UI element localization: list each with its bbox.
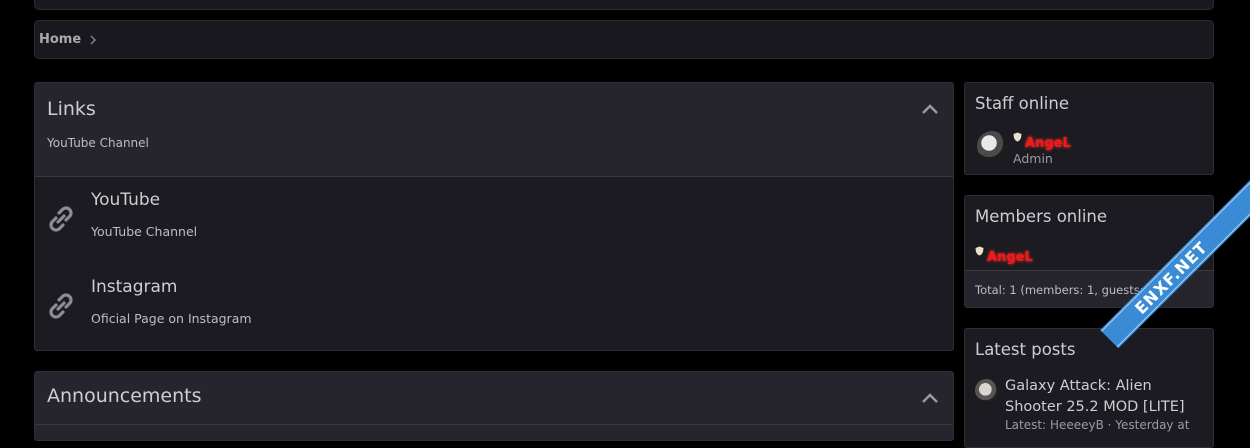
staff-online-widget: Staff online AngeL Admin [964,82,1214,175]
top-navigation-bar [34,0,1214,10]
link-icon [49,206,73,232]
announcements-category-title[interactable]: Announcements [47,385,202,407]
chevron-right-icon [90,35,97,44]
staff-member-username[interactable]: AngeL [1025,136,1071,151]
members-online-title[interactable]: Members online [975,207,1107,226]
collapse-chevron-up-icon[interactable] [921,392,939,404]
latest-post-title-line2: Shooter 25.2 MOD [LITE] [1005,399,1185,415]
link-icon [49,293,73,319]
breadcrumb-home-link[interactable]: Home [39,32,81,47]
links-category-title[interactable]: Links [47,98,96,120]
node-youtube-description: YouTube Channel [91,224,198,239]
members-online-list: AngeL [975,246,1033,265]
node-instagram-title[interactable]: Instagram [91,277,178,297]
node-instagram-description: Oficial Page on Instagram [91,311,252,326]
latest-post-avatar[interactable] [975,379,998,402]
members-online-widget: Members online AngeL Total: 1 (members: … [964,195,1214,308]
collapse-chevron-up-icon[interactable] [921,103,939,115]
latest-post-meta: Latest: HeeeeyB · Yesterday at [1005,418,1190,432]
node-instagram[interactable]: Instagram Oficial Page on Instagram [35,277,953,350]
staff-member-role: Admin [1013,151,1053,166]
latest-posts-widget: Latest posts Galaxy Attack: Alien Shoote… [964,328,1214,448]
staff-online-title: Staff online [975,94,1069,113]
latest-post-title[interactable]: Galaxy Attack: Alien Shooter 25.2 MOD [L… [1005,376,1185,418]
latest-posts-title[interactable]: Latest posts [975,340,1075,359]
staff-shield-icon [975,246,984,256]
online-member-username[interactable]: AngeL [987,250,1033,265]
latest-post-title-line1: Galaxy Attack: Alien [1005,378,1152,394]
members-online-total: Total: 1 (members: 1, guests: 0) [975,283,1160,297]
staff-shield-icon [1013,132,1022,142]
staff-avatar[interactable] [977,131,1007,161]
node-youtube-title[interactable]: YouTube [91,190,160,210]
staff-member-name-row: AngeL [1013,132,1071,151]
links-category-description: YouTube Channel [47,136,149,150]
divider [35,424,953,425]
node-youtube[interactable]: YouTube YouTube Channel [35,190,953,270]
links-category-header: Links YouTube Channel [35,83,953,177]
breadcrumb: Home [34,20,1214,59]
links-category-block: Links YouTube Channel YouTube YouTube Ch… [34,82,954,351]
